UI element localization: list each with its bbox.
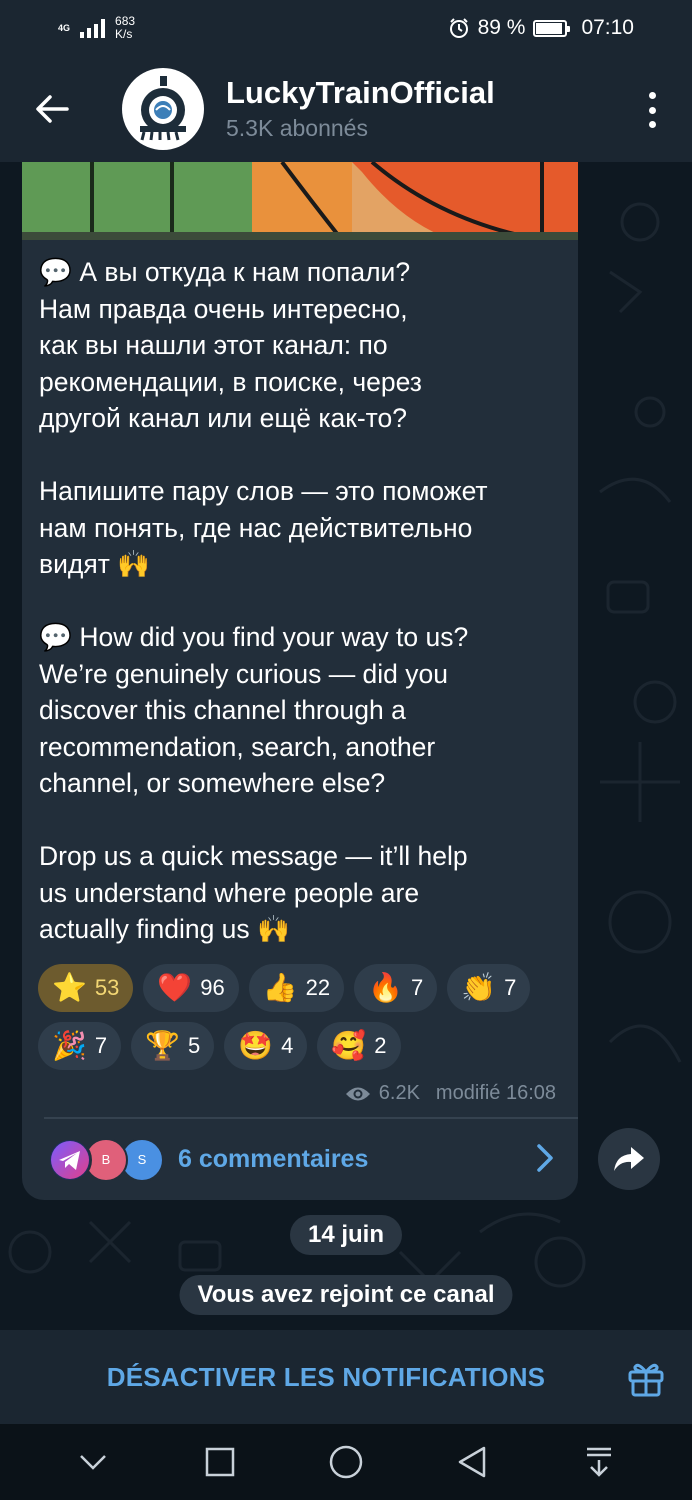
reaction-chip[interactable]: 🤩 4 <box>224 1022 308 1070</box>
post-image[interactable] <box>22 162 578 240</box>
battery-icon <box>533 19 571 37</box>
commenter-avatar-telegram <box>48 1137 92 1182</box>
chevron-right-icon <box>537 1144 553 1172</box>
reaction-emoji: ❤️ <box>157 972 193 1003</box>
reaction-emoji: 🤩 <box>238 1030 274 1061</box>
mute-notifications-button[interactable]: DÉSACTIVER LES NOTIFICATIONS <box>107 1362 545 1393</box>
back-button[interactable] <box>22 79 82 139</box>
date-pill: 14 juin <box>289 1215 403 1255</box>
square-icon <box>205 1447 234 1477</box>
reaction-count: 5 <box>188 1033 201 1058</box>
back-arrow-icon <box>36 95 69 123</box>
channel-title[interactable]: LuckyTrainOfficial <box>226 74 495 112</box>
nav-notification-button[interactable] <box>569 1432 629 1492</box>
bottom-bar: DÉSACTIVER LES NOTIFICATIONS <box>0 1330 692 1424</box>
reaction-chip[interactable]: 🔥 7 <box>354 964 438 1012</box>
nav-back-button[interactable] <box>442 1432 502 1492</box>
reaction-emoji: 🔥 <box>368 972 403 1003</box>
chat-area[interactable]: 💬 А вы откуда к нам попали? Нам правда о… <box>0 162 692 1330</box>
clock: 07:10 <box>581 16 634 39</box>
more-vert-icon[interactable] <box>642 92 662 128</box>
reaction-emoji: 🏆 <box>145 1030 180 1061</box>
triangle-back-icon <box>459 1446 486 1478</box>
edited-time: modifié 16:08 <box>435 1082 556 1104</box>
reaction-chip[interactable]: 🥰 2 <box>317 1022 401 1070</box>
reaction-count: 7 <box>410 975 424 1000</box>
system-nav-bar <box>0 1424 692 1500</box>
battery-percent: 89 % <box>477 16 526 39</box>
view-count: 6.2K <box>378 1082 420 1104</box>
post-meta: 6.2K modifié 16:08 <box>345 1082 556 1105</box>
reaction-chip[interactable]: 🎉 7 <box>38 1022 122 1070</box>
circle-icon <box>329 1445 363 1479</box>
reaction-count: 96 <box>200 975 225 1000</box>
reaction-emoji: ⭐ <box>52 972 87 1003</box>
reaction-count: 4 <box>281 1033 294 1058</box>
eye-icon <box>345 1087 370 1100</box>
nav-recents-button[interactable] <box>190 1432 250 1492</box>
post-text: 💬 А вы откуда к нам попали? Нам правда о… <box>39 257 488 944</box>
subscriber-count: 5.3K abonnés <box>226 115 368 141</box>
alarm-icon <box>449 18 468 38</box>
reaction-count: 53 <box>94 975 120 1000</box>
reaction-count: 22 <box>305 975 331 1000</box>
channel-header: LuckyTrainOfficial 5.3K abonnés <box>0 56 692 162</box>
telegram-icon <box>51 1140 89 1179</box>
reaction-count: 7 <box>504 975 517 1000</box>
chevron-down-icon <box>80 1455 107 1470</box>
channel-post[interactable]: 💬 А вы откуда к нам попали? Нам правда о… <box>22 162 578 1200</box>
pull-down-icon <box>586 1447 611 1477</box>
signal-icon <box>80 18 106 38</box>
nav-hide-button[interactable] <box>63 1432 123 1492</box>
reaction-emoji: 👍 <box>262 972 298 1003</box>
nav-home-button[interactable] <box>316 1432 376 1492</box>
comments-count: 6 commentaires <box>178 1145 369 1173</box>
reaction-emoji: 🥰 <box>331 1030 367 1061</box>
share-icon <box>614 1147 644 1171</box>
share-button[interactable] <box>598 1128 660 1190</box>
service-message: Vous avez rejoint ce canal <box>179 1275 513 1315</box>
gift-icon[interactable] <box>626 1358 666 1398</box>
network-speed: 683 K/s <box>115 14 136 41</box>
reactions: ⭐ 53 ❤️ 96 👍 22 🔥 7 👏 7 🎉 7 🏆 5 🤩 4 🥰 2 <box>38 964 568 1080</box>
comments-button[interactable]: B S 6 commentaires <box>22 1119 578 1200</box>
reaction-chip[interactable]: ⭐ 53 <box>38 964 134 1012</box>
reaction-count: 2 <box>374 1033 387 1058</box>
reaction-emoji: 🎉 <box>52 1030 87 1061</box>
reaction-chip[interactable]: 👍 22 <box>248 964 345 1012</box>
commenter-avatars: B S <box>48 1137 166 1182</box>
reaction-emoji: 👏 <box>461 972 497 1003</box>
channel-avatar[interactable] <box>122 68 204 150</box>
reaction-count: 7 <box>94 1033 108 1058</box>
reaction-chip[interactable]: 👏 7 <box>447 964 531 1012</box>
status-bar: 4G 683 K/s 89 % 07:10 <box>0 0 692 56</box>
reaction-chip[interactable]: 🏆 5 <box>131 1022 215 1070</box>
train-logo-icon <box>127 73 199 145</box>
reaction-chip[interactable]: ❤️ 96 <box>143 964 239 1012</box>
network-type: 4G <box>58 22 71 33</box>
